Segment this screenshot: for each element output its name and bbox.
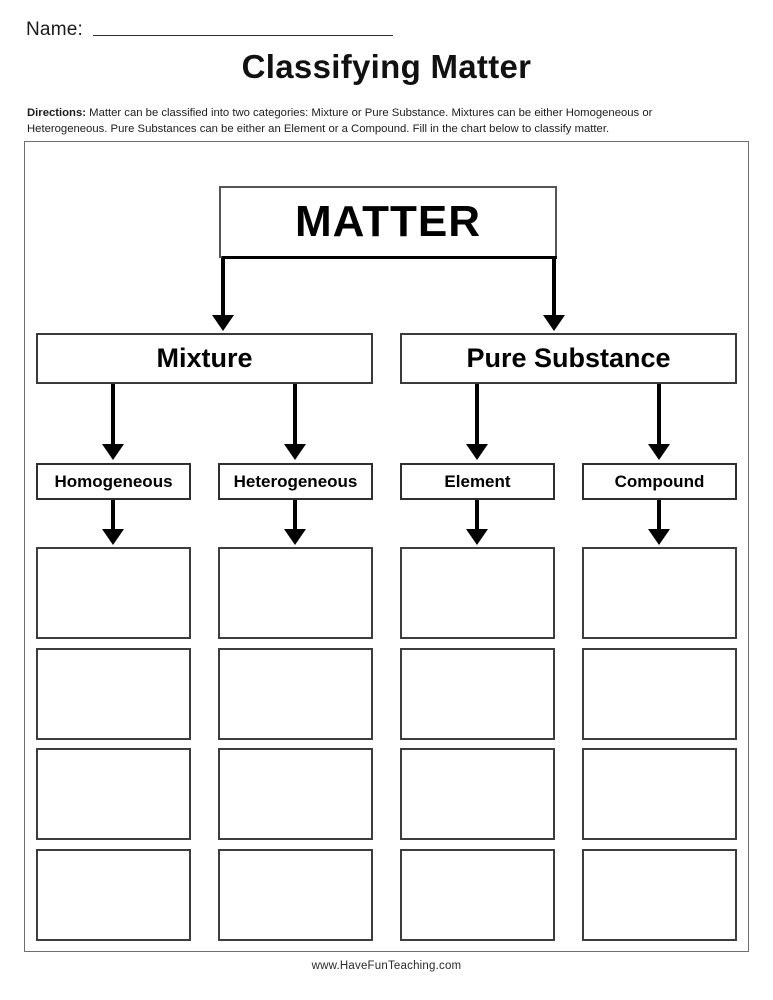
connector-matter-horizontal <box>222 256 557 259</box>
arrow-matter-to-mixture <box>212 258 234 333</box>
footer-url: www.HaveFunTeaching.com <box>311 960 462 972</box>
answer-box[interactable] <box>218 849 373 941</box>
arrow-compound-to-answers <box>648 500 670 548</box>
answer-box[interactable] <box>582 547 737 639</box>
name-write-line[interactable] <box>92 35 393 36</box>
name-field-row: Name: <box>26 20 393 39</box>
answer-box[interactable] <box>218 748 373 840</box>
arrow-mixture-to-homogeneous <box>102 384 124 464</box>
answer-box[interactable] <box>36 547 191 639</box>
answer-box[interactable] <box>582 849 737 941</box>
page-title: Classifying Matter <box>241 48 532 85</box>
node-mixture: Mixture <box>36 333 373 384</box>
answer-box[interactable] <box>218 648 373 740</box>
directions-body-text: Matter can be classified into two catego… <box>27 107 653 136</box>
arrow-homogeneous-to-answers <box>102 500 124 548</box>
worksheet-page: Name: Classifying Matter Directions: Mat… <box>0 0 773 1000</box>
arrow-pure-substance-to-compound <box>648 384 670 464</box>
name-label: Name: <box>26 19 83 40</box>
node-matter: MATTER <box>219 186 557 258</box>
answer-box[interactable] <box>218 547 373 639</box>
node-pure-substance: Pure Substance <box>400 333 737 384</box>
directions-paragraph: Directions: Matter can be classified int… <box>27 105 687 137</box>
arrow-matter-to-pure-substance <box>543 258 565 333</box>
directions-lead-label: Directions: <box>27 107 87 119</box>
answer-box[interactable] <box>36 748 191 840</box>
arrow-heterogeneous-to-answers <box>284 500 306 548</box>
node-compound: Compound <box>582 463 737 500</box>
node-homogeneous: Homogeneous <box>36 463 191 500</box>
answer-box[interactable] <box>400 648 555 740</box>
node-element: Element <box>400 463 555 500</box>
answer-box[interactable] <box>582 748 737 840</box>
node-heterogeneous: Heterogeneous <box>218 463 373 500</box>
answer-box[interactable] <box>400 849 555 941</box>
answer-box[interactable] <box>582 648 737 740</box>
answer-box[interactable] <box>36 648 191 740</box>
answer-box[interactable] <box>36 849 191 941</box>
arrow-pure-substance-to-element <box>466 384 488 464</box>
arrow-mixture-to-heterogeneous <box>284 384 306 464</box>
answer-box[interactable] <box>400 547 555 639</box>
answer-box[interactable] <box>400 748 555 840</box>
arrow-element-to-answers <box>466 500 488 548</box>
